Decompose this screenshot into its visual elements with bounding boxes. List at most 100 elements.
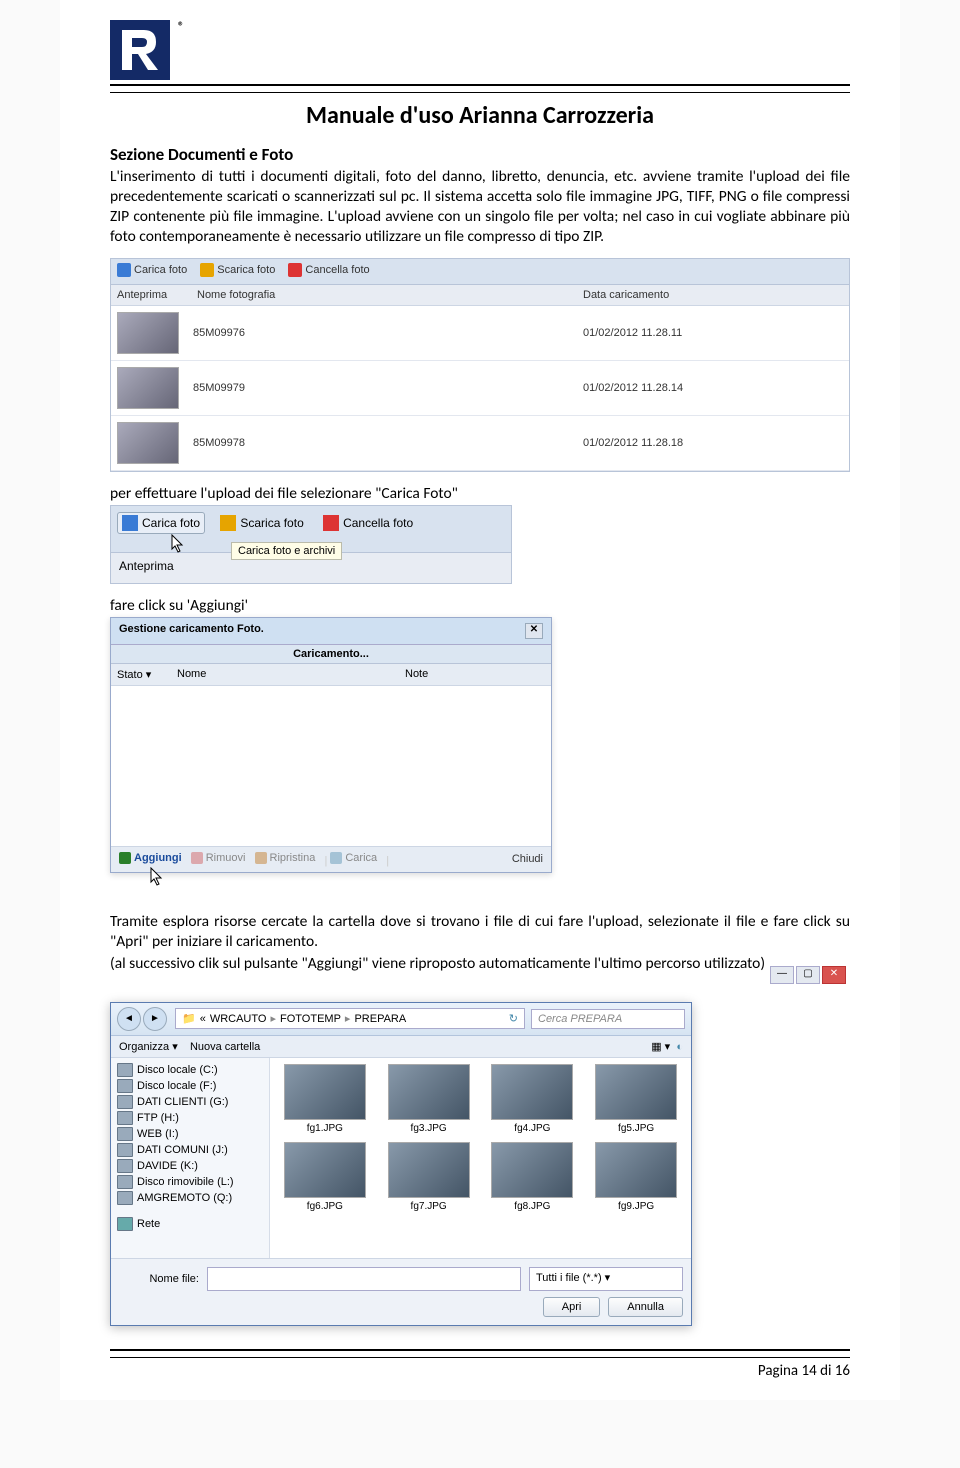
breadcrumb[interactable]: 📁 « WRCAUTO▸ FOTOTEMP▸ PREPARA ↻	[175, 1008, 525, 1029]
reset-icon	[255, 852, 267, 864]
drive-icon	[117, 1143, 133, 1157]
table-row[interactable]: 85M0997601/02/2012 11.28.11	[111, 306, 849, 361]
folder-icon: 📁	[182, 1012, 196, 1025]
file-item[interactable]: fg5.JPG	[587, 1064, 685, 1134]
file-item[interactable]: fg6.JPG	[276, 1142, 374, 1212]
file-item[interactable]: fg7.JPG	[380, 1142, 478, 1212]
col-name-header: Nome fotografia	[197, 289, 583, 301]
intro-paragraph: L'inserimento di tutti i documenti digit…	[110, 167, 850, 248]
minus-icon	[191, 852, 203, 864]
file-item[interactable]: fg9.JPG	[587, 1142, 685, 1212]
dialog-title: Gestione caricamento Foto.	[119, 623, 264, 639]
caption-aggiungi: fare click su 'Aggiungi'	[110, 596, 850, 615]
company-logo	[110, 20, 170, 80]
file-thumbnail	[284, 1142, 366, 1198]
add-button[interactable]: Aggiungi	[119, 852, 182, 864]
photo-thumbnail	[117, 367, 179, 409]
view-button[interactable]: ▦ ▾	[651, 1041, 670, 1053]
photo-name: 85M09976	[193, 327, 583, 339]
tooltip: Carica foto e archivi	[231, 542, 342, 560]
filename-input[interactable]	[207, 1267, 521, 1291]
file-thumbnail	[388, 1142, 470, 1198]
download-icon	[220, 515, 236, 531]
toolbar-hover-figure: Carica foto Scarica foto Cancella foto C…	[110, 505, 512, 584]
file-thumbnail	[595, 1064, 677, 1120]
header-rule-1	[110, 84, 850, 86]
file-item[interactable]: fg1.JPG	[276, 1064, 374, 1134]
drive-icon	[117, 1111, 133, 1125]
minimize-icon[interactable]: —	[770, 966, 794, 984]
drive-item[interactable]: DAVIDE (K:)	[115, 1158, 265, 1174]
table-row[interactable]: 85M0997801/02/2012 11.28.18	[111, 416, 849, 471]
loading-label: Caricamento...	[111, 645, 551, 664]
upload-dialog: Gestione caricamento Foto. ✕ Caricamento…	[110, 617, 552, 873]
file-thumbnail	[491, 1142, 573, 1198]
upload-photo-button[interactable]: Carica foto	[117, 263, 187, 277]
search-input[interactable]: Cerca PREPARA	[531, 1009, 685, 1029]
remove-button[interactable]: Rimuovi	[191, 852, 246, 864]
photo-date: 01/02/2012 11.28.11	[583, 327, 843, 339]
file-thumbnail	[595, 1142, 677, 1198]
drive-item[interactable]: Disco locale (C:)	[115, 1062, 265, 1078]
photo-list-panel: Carica foto Scarica foto Cancella foto A…	[110, 258, 850, 472]
drive-item[interactable]: Disco locale (F:)	[115, 1078, 265, 1094]
file-thumbnail	[284, 1064, 366, 1120]
section-heading: Sezione Documenti e Foto	[110, 144, 850, 165]
drive-sidebar: Disco locale (C:)Disco locale (F:)DATI C…	[111, 1058, 270, 1258]
photo-list-toolbar: Carica foto Scarica foto Cancella foto	[111, 259, 849, 285]
footer-rule-2	[110, 1357, 850, 1358]
header-rule-2	[110, 92, 850, 93]
upload-icon	[117, 263, 131, 277]
drive-item[interactable]: DATI COMUNI (J:)	[115, 1142, 265, 1158]
close-icon[interactable]: ✕	[822, 966, 846, 984]
col-state-header[interactable]: Stato ▾	[117, 668, 177, 681]
drive-icon	[117, 1191, 133, 1205]
refresh-icon[interactable]: ↻	[509, 1012, 518, 1025]
download-icon	[200, 263, 214, 277]
delete-photo-button[interactable]: Cancella foto	[319, 513, 417, 533]
table-row[interactable]: 85M0997901/02/2012 11.28.14	[111, 361, 849, 416]
close-button[interactable]: Chiudi	[512, 853, 543, 865]
upload-button[interactable]: Carica	[330, 852, 377, 864]
drive-icon	[117, 1063, 133, 1077]
help-icon[interactable]: ◐	[676, 1041, 683, 1053]
forward-button[interactable]: ►	[143, 1007, 167, 1031]
download-photo-button[interactable]: Scarica foto	[200, 263, 275, 277]
photo-name: 85M09978	[193, 437, 583, 449]
plus-icon	[119, 852, 131, 864]
file-thumbnail	[388, 1064, 470, 1120]
caption-carica-foto: per effettuare l'upload dei file selezio…	[110, 484, 850, 503]
drive-item[interactable]: DATI CLIENTI (G:)	[115, 1094, 265, 1110]
back-button[interactable]: ◄	[117, 1007, 141, 1031]
file-item[interactable]: fg3.JPG	[380, 1064, 478, 1134]
drive-item[interactable]: AMGREMOTO (Q:)	[115, 1190, 265, 1206]
close-icon[interactable]: ✕	[525, 623, 543, 639]
drive-item[interactable]: Disco rimovibile (L:)	[115, 1174, 265, 1190]
document-title: Manuale d'uso Arianna Carrozzeria	[110, 101, 850, 130]
page-number: Pagina 14 di 16	[110, 1362, 850, 1380]
open-button[interactable]: Apri	[543, 1297, 601, 1317]
file-thumbnail	[491, 1064, 573, 1120]
footer-rule-1	[110, 1349, 850, 1351]
drive-item[interactable]: WEB (I:)	[115, 1126, 265, 1142]
drive-icon	[117, 1175, 133, 1189]
explorer-paragraph: Tramite esplora risorse cercate la carte…	[110, 912, 850, 952]
maximize-icon[interactable]: ▢	[796, 966, 820, 984]
photo-thumbnail	[117, 312, 179, 354]
download-photo-button[interactable]: Scarica foto	[216, 513, 307, 533]
file-item[interactable]: fg8.JPG	[484, 1142, 582, 1212]
reset-button[interactable]: Ripristina	[255, 852, 316, 864]
organize-button[interactable]: Organizza ▾	[119, 1041, 178, 1053]
cursor-icon	[171, 534, 187, 554]
upload-icon	[330, 852, 342, 864]
explorer-paragraph-2: (al successivo clik sul pulsante "Aggiun…	[110, 954, 850, 974]
drive-item[interactable]: FTP (H:)	[115, 1110, 265, 1126]
upload-photo-button[interactable]: Carica foto	[117, 512, 205, 534]
new-folder-button[interactable]: Nuova cartella	[190, 1041, 260, 1053]
file-item[interactable]: fg4.JPG	[484, 1064, 582, 1134]
delete-photo-button[interactable]: Cancella foto	[288, 263, 369, 277]
file-filter-select[interactable]: Tutti i file (*.*) ▾	[529, 1267, 683, 1291]
photo-name: 85M09979	[193, 382, 583, 394]
cancel-button[interactable]: Annulla	[608, 1297, 683, 1317]
network-item[interactable]: Rete	[115, 1216, 265, 1232]
